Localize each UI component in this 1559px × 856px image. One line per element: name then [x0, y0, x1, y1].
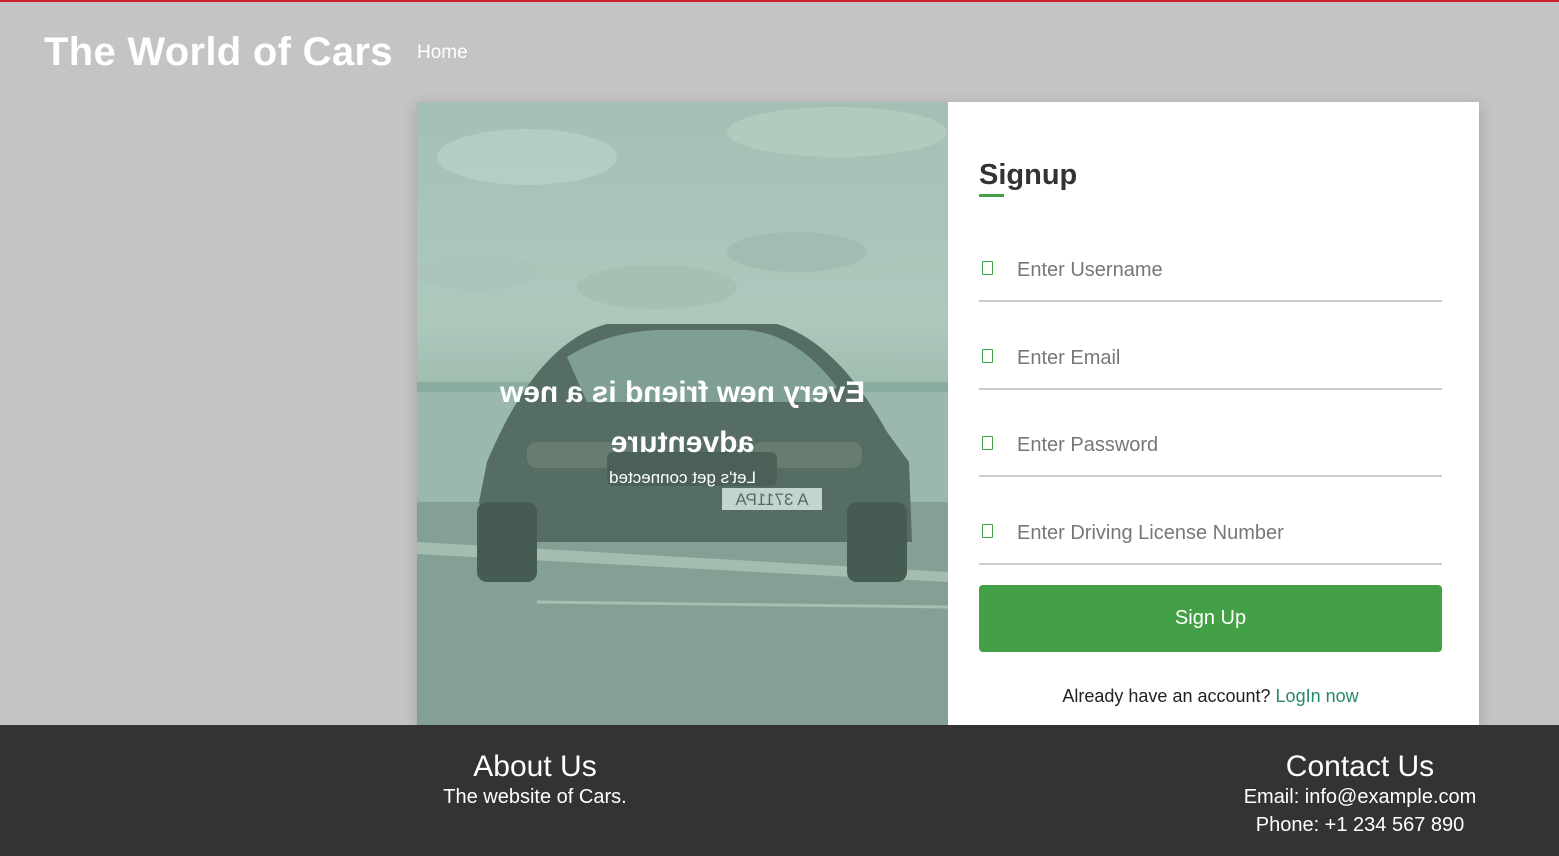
envelope-icon — [982, 349, 993, 363]
login-prompt-text: Already have an account? — [1062, 686, 1271, 706]
site-footer: About Us The website of Cars. Contact Us… — [0, 725, 1559, 856]
login-prompt: Already have an account? LogIn now — [979, 686, 1442, 707]
site-header: The World of Cars Home — [0, 2, 1559, 102]
username-field — [979, 234, 1442, 302]
footer-contact-phone: Phone: +1 234 567 890 — [1255, 814, 1465, 836]
footer-contact-title: Contact Us — [1285, 750, 1435, 783]
signup-form: Signup Sign Up Already have an account? … — [979, 102, 1442, 725]
id-card-icon — [982, 524, 993, 538]
footer-about-title: About Us — [473, 750, 597, 783]
hero-title: Every new friend is a new adventure — [499, 376, 866, 459]
username-input[interactable] — [1017, 254, 1437, 286]
password-input[interactable] — [1017, 429, 1437, 461]
email-input[interactable] — [1017, 342, 1437, 374]
site-brand[interactable]: The World of Cars — [44, 30, 393, 75]
signup-card: A 3711PA Every new friend is a new adven… — [417, 102, 1479, 725]
license-field — [979, 497, 1442, 565]
license-input[interactable] — [1017, 517, 1437, 549]
email-field — [979, 322, 1442, 390]
login-link[interactable]: LogIn now — [1276, 686, 1359, 706]
nav-home-link[interactable]: Home — [417, 42, 468, 64]
hero-subtitle: Let's get connected — [609, 468, 756, 487]
signup-button[interactable]: Sign Up — [979, 585, 1442, 652]
lock-icon — [982, 436, 993, 450]
footer-about: About Us The website of Cars. — [385, 725, 685, 812]
footer-contact-email: Email: info@example.com — [1243, 786, 1477, 808]
footer-contact: Contact Us Email: info@example.com Phone… — [1210, 725, 1510, 840]
hero-text-block: Every new friend is a new adventure Let'… — [457, 368, 908, 488]
footer-about-text: The website of Cars. — [443, 786, 627, 808]
hero-image-panel: A 3711PA Every new friend is a new adven… — [417, 102, 948, 725]
form-title: Signup — [979, 159, 1078, 191]
user-icon — [982, 261, 993, 275]
title-underline — [979, 194, 1004, 197]
password-field — [979, 409, 1442, 477]
